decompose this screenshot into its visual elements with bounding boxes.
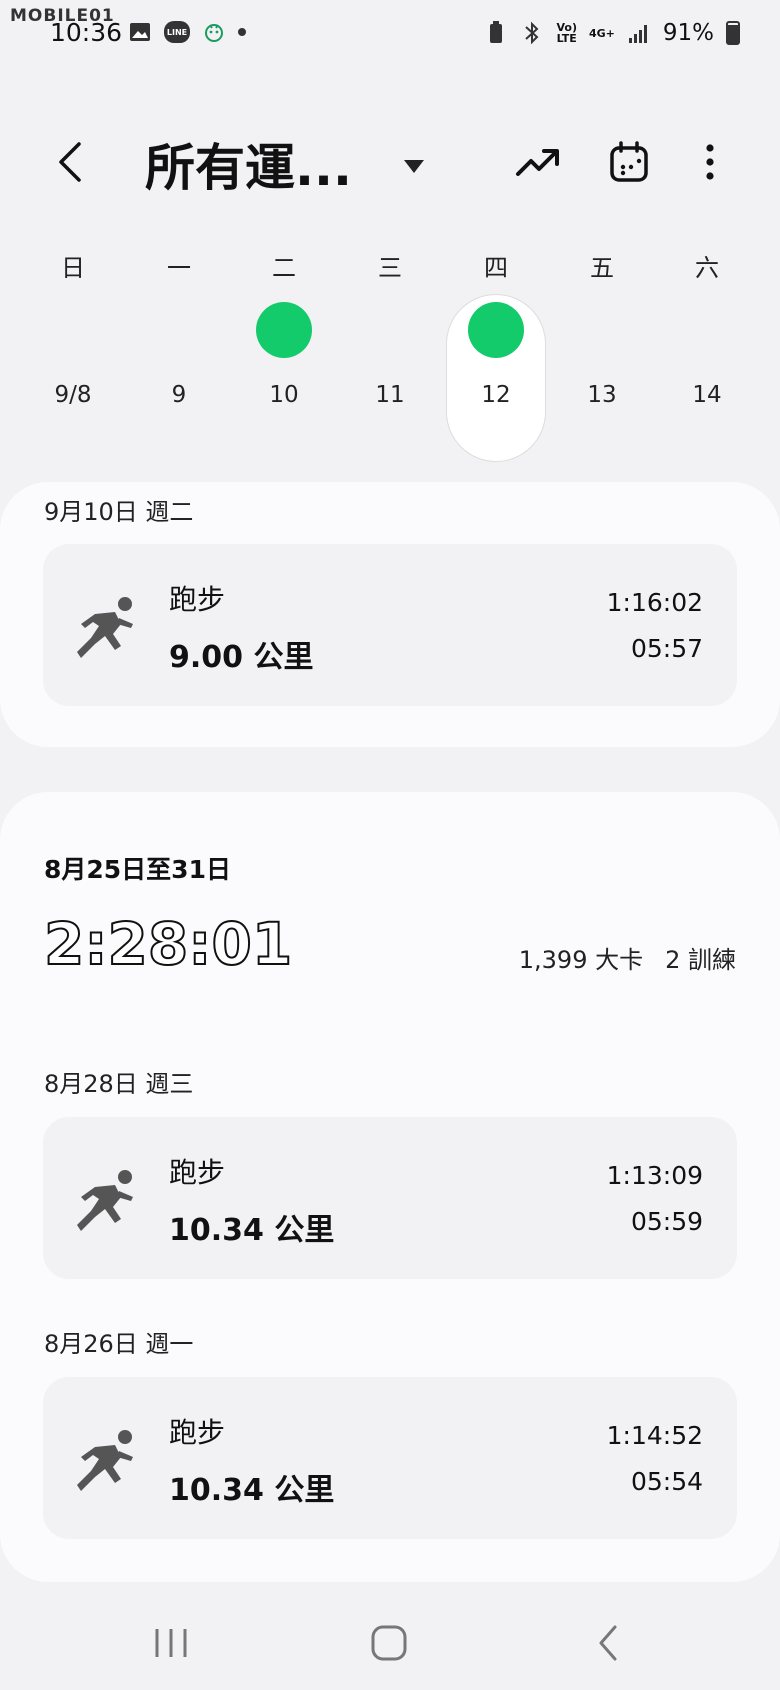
day-number: 11 [375, 382, 405, 408]
exercise-history-screen: MOBILE01 10:36 LINE Vo) LTE 4G+ 91% 所有運.… [0, 0, 780, 1690]
day-number: 9 [171, 382, 187, 408]
notification-icons: LINE [128, 20, 246, 44]
status-bar: MOBILE01 10:36 LINE Vo) LTE 4G+ 91% [0, 0, 780, 70]
gallery-icon [128, 20, 152, 44]
more-vert-icon [706, 144, 714, 180]
bluetooth-icon [520, 21, 544, 45]
trend-up-icon [516, 149, 559, 176]
running-icon [77, 597, 133, 658]
workout-type: 跑步 [169, 583, 226, 616]
filter-dropdown[interactable]: 所有運... [145, 128, 424, 200]
android-icon [202, 20, 226, 44]
day-name: 四 [484, 254, 508, 282]
workout-distance: 10.34 公里 [169, 1213, 335, 1248]
day-number: 12 [481, 382, 511, 408]
trends-button[interactable] [508, 132, 568, 192]
system-icons: Vo) LTE 4G+ 91% [484, 20, 740, 46]
workout-duration: 1:14:52 [606, 1421, 703, 1450]
battery-saver-icon [484, 21, 508, 45]
day-fri[interactable]: 五 13 [549, 240, 655, 460]
day-name: 二 [272, 254, 296, 282]
week-workout-count: 2 訓練 [665, 946, 736, 974]
recent-apps-button[interactable] [141, 1618, 201, 1668]
day-sat[interactable]: 六 14 [654, 240, 760, 460]
day-number: 9/8 [54, 382, 92, 408]
day-number: 10 [269, 382, 299, 408]
week-calories: 1,399 大卡 [518, 946, 644, 974]
week-total-duration: 2:28:01 [43, 909, 293, 979]
system-back-button[interactable] [578, 1618, 638, 1668]
date-label: 8月28日 週三 [44, 1070, 194, 1098]
page-title: 所有運... [145, 139, 352, 197]
network-type-icon: 4G+ [588, 26, 615, 40]
signal-icon [627, 21, 651, 45]
workout-type: 跑步 [169, 1416, 226, 1449]
system-nav-bar [0, 1590, 780, 1690]
day-number: 13 [587, 382, 617, 408]
volte-icon: Vo) LTE [556, 21, 577, 45]
status-time: 10:36 [50, 18, 123, 47]
workout-distance: 9.00 公里 [169, 640, 314, 675]
more-notifications-icon [238, 28, 246, 36]
date-label: 9月10日 週二 [44, 498, 194, 526]
day-sun[interactable]: 日 9/8 [20, 240, 126, 460]
day-name: 五 [590, 254, 614, 282]
day-name: 六 [695, 254, 719, 282]
caret-down-icon [403, 159, 424, 173]
day-thu[interactable]: 四 12 [443, 240, 549, 460]
battery-percent: 91% [662, 20, 714, 46]
day-tue[interactable]: 二 10 [231, 240, 337, 460]
app-header: 所有運... [0, 110, 780, 210]
home-button[interactable] [359, 1618, 419, 1668]
chevron-left-icon [59, 142, 81, 182]
workout-duration: 1:16:02 [606, 588, 703, 617]
week-range: 8月25日至31日 [44, 855, 231, 884]
workout-pace: 05:57 [630, 634, 703, 663]
recent-apps-icon [155, 1629, 187, 1657]
workout-distance: 10.34 公里 [169, 1473, 335, 1508]
workout-entry[interactable]: 跑步 9.00 公里 1:16:02 05:57 [43, 544, 737, 706]
day-mon[interactable]: 一 9 [126, 240, 232, 460]
workout-duration: 1:13:09 [606, 1161, 703, 1190]
week-stats: 1,399 大卡 2 訓練 [519, 940, 736, 975]
workout-type: 跑步 [169, 1156, 226, 1189]
workout-pace: 05:54 [630, 1467, 703, 1496]
line-app-icon: LINE [164, 21, 190, 43]
workout-entry[interactable]: 跑步 10.34 公里 1:14:52 05:54 [43, 1377, 737, 1539]
past-week-card: 8月25日至31日 2:28:01 1,399 大卡 2 訓練 8月28日 週三… [0, 792, 780, 1582]
more-options-button[interactable] [680, 132, 740, 192]
calendar-button[interactable] [599, 132, 659, 192]
workout-indicator [468, 302, 524, 358]
date-label: 8月26日 週一 [44, 1330, 194, 1358]
back-arrow-icon [599, 1625, 617, 1661]
day-name: 三 [378, 254, 402, 282]
day-wed[interactable]: 三 11 [337, 240, 443, 460]
workout-entry[interactable]: 跑步 10.34 公里 1:13:09 05:59 [43, 1117, 737, 1279]
running-icon [77, 1430, 133, 1491]
workout-pace: 05:59 [630, 1207, 703, 1236]
current-day-card: 9月10日 週二 跑步 9.00 公里 1:16:02 05:57 [0, 482, 780, 747]
running-icon [77, 1170, 133, 1231]
battery-icon [726, 21, 740, 45]
day-number: 14 [692, 382, 722, 408]
day-name: 一 [167, 254, 191, 282]
back-button[interactable] [40, 132, 100, 192]
calendar-icon [610, 141, 648, 182]
home-icon [371, 1625, 407, 1661]
week-strip: 日 9/8 一 9 二 10 三 11 四 12 五 13 六 14 [20, 240, 760, 462]
workout-indicator [256, 302, 312, 358]
day-name: 日 [61, 254, 85, 282]
